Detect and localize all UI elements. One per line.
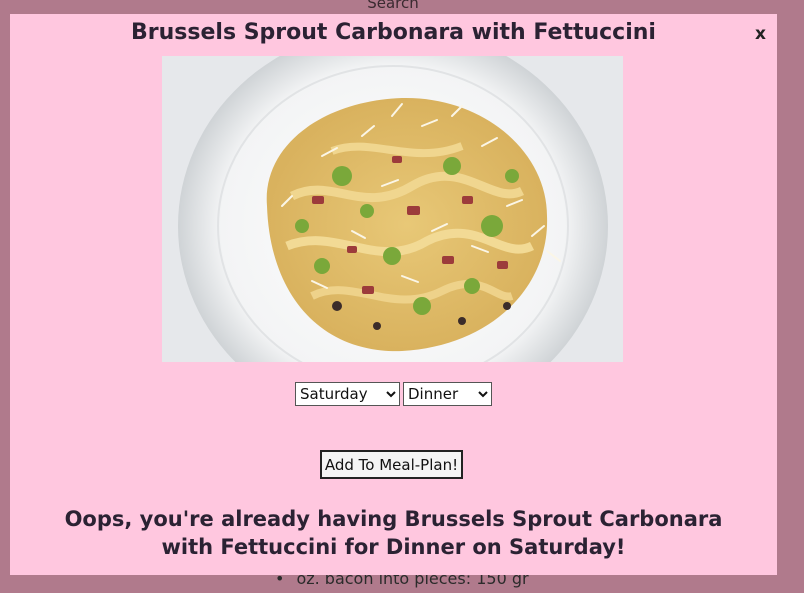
duplicate-meal-message: Oops, you're already having Brussels Spr… [64, 507, 723, 559]
recipe-image [162, 56, 623, 362]
meal-select[interactable]: Dinner [403, 382, 492, 406]
close-button[interactable]: x [755, 24, 766, 44]
meal-plan-controls: Saturday Dinner [295, 382, 492, 406]
add-to-meal-plan-button[interactable]: Add To Meal-Plan! [320, 450, 463, 479]
day-select[interactable]: Saturday [295, 382, 400, 406]
recipe-modal: Brussels Sprout Carbonara with Fettuccin… [10, 14, 777, 575]
recipe-title: Brussels Sprout Carbonara with Fettuccin… [131, 20, 656, 45]
background-search-label: Search [367, 0, 419, 12]
